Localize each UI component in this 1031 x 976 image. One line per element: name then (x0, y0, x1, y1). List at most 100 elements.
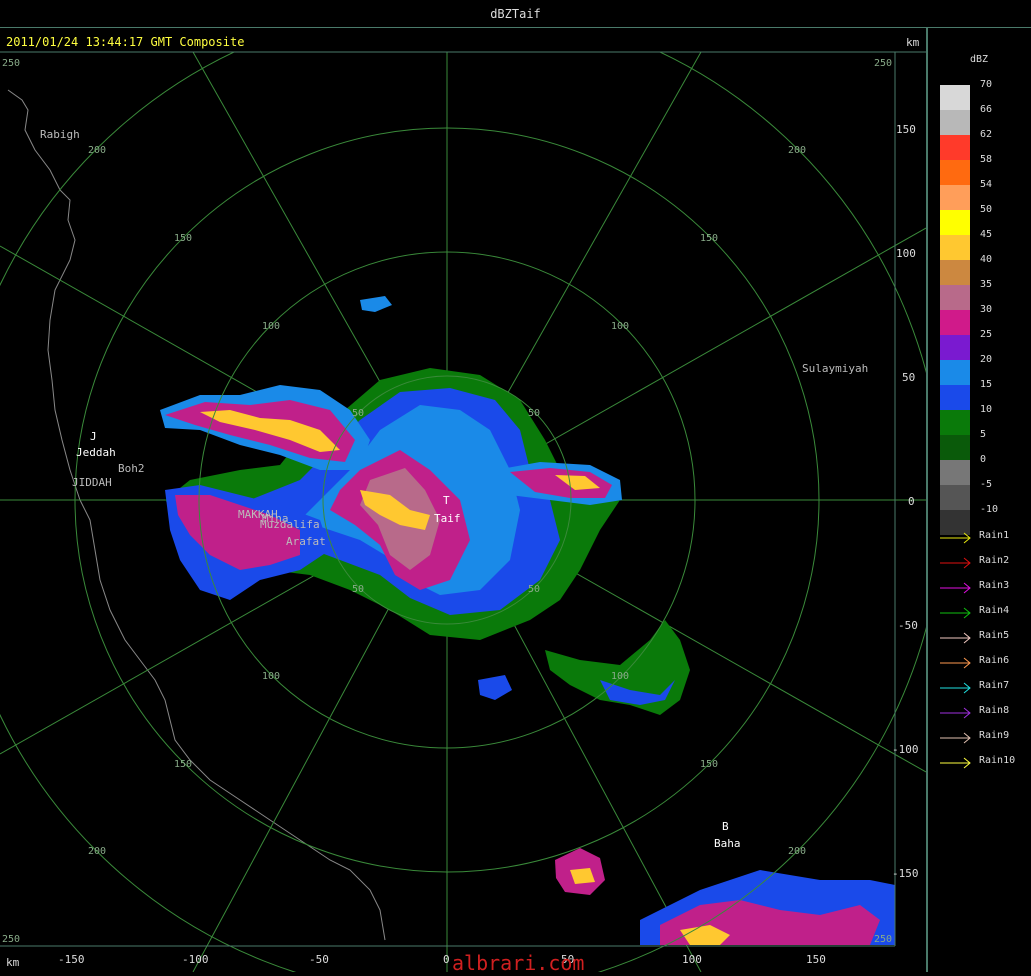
y-tick-label: 50 (902, 371, 915, 384)
legend-swatch (940, 185, 970, 210)
x-tick-label: -50 (309, 953, 329, 966)
legend-level-label: -10 (980, 504, 999, 515)
legend-unit: dBZ (970, 54, 989, 65)
ring-label: 150 (700, 759, 718, 770)
arrow-icon (940, 607, 971, 619)
place-arafat: Arafat (286, 535, 326, 548)
x-axis-labels: -150 -100 -50 0 50 100 150 km (6, 953, 826, 969)
y-tick-label: -50 (898, 619, 918, 632)
x-tick-label: 100 (682, 953, 702, 966)
legend-level-label: 20 (980, 354, 993, 365)
legend-swatch (940, 385, 970, 410)
legend-swatch (940, 335, 970, 360)
rain-legend-item: Rain10 (938, 755, 1028, 769)
place-boh2: Boh2 (118, 462, 145, 475)
arrow-icon (940, 557, 971, 569)
ring-label: 150 (174, 759, 192, 770)
ring-label: 50 (528, 408, 540, 419)
radar-frame: 50 50 50 50 100 100 100 100 150 150 150 … (0, 28, 928, 975)
ring-label: 200 (88, 145, 106, 156)
x-tick-label: -150 (58, 953, 85, 966)
place-baha: Baha (714, 837, 741, 850)
x-tick-label: 150 (806, 953, 826, 966)
rain-legend-item: Rain1 (938, 530, 1028, 544)
echo-small-south (478, 675, 512, 700)
ring-label: 200 (788, 145, 806, 156)
legend-level-label: 70 (980, 79, 993, 90)
rain-legend-label: Rain1 (979, 530, 1010, 541)
ring-label: 100 (262, 671, 280, 682)
watermark: albrari.com (452, 951, 584, 972)
arrow-icon (940, 582, 971, 594)
legend-level-label: 58 (980, 154, 993, 165)
ring-label: 150 (700, 233, 718, 244)
corner-tick: 250 (2, 58, 20, 69)
rain-legend-label: Rain6 (979, 655, 1010, 666)
place-rabigh: Rabigh (40, 128, 80, 141)
legend-level-label: 66 (980, 104, 993, 115)
legend-level-label: 15 (980, 379, 993, 390)
y-tick-label: -100 (892, 743, 919, 756)
rain-legend-item: Rain4 (938, 605, 1028, 619)
arrow-icon (940, 657, 971, 669)
ring-label: 100 (262, 321, 280, 332)
window-title: dBZTaif (490, 7, 541, 21)
ring-label: 50 (352, 584, 364, 595)
place-jeddah: Jeddah (76, 446, 116, 459)
legend-swatch (940, 235, 970, 260)
y-tick-label: 100 (896, 247, 916, 260)
rain-legend-item: Rain2 (938, 555, 1028, 569)
place-jiddah: JIDDAH (72, 476, 112, 489)
x-tick-label: 0 (443, 953, 450, 966)
legend-swatch (940, 85, 970, 110)
rain-legend-item: Rain9 (938, 730, 1028, 744)
legend-swatch (940, 310, 970, 335)
corner-tick: 250 (874, 58, 892, 69)
place-taif-marker: T (443, 494, 450, 507)
arrow-icon (940, 707, 971, 719)
legend-swatch (940, 210, 970, 235)
legend-level-label: 40 (980, 254, 993, 265)
legend-level-label: 5 (980, 429, 987, 440)
rain-legend-item: Rain3 (938, 580, 1028, 594)
legend-swatch (940, 360, 970, 385)
ring-label: 200 (788, 846, 806, 857)
arrow-icon (940, 682, 971, 694)
x-tick-label: -100 (182, 953, 209, 966)
place-muzdalifa: Muzdalifa (260, 518, 320, 531)
echo-north-blob (360, 296, 392, 312)
legend-level-label: 10 (980, 404, 993, 415)
radar-map[interactable]: 50 50 50 50 100 100 100 100 150 150 150 … (0, 28, 926, 975)
y-tick-label: 0 (908, 495, 915, 508)
window-title-bar: dBZTaif (0, 0, 1031, 28)
ring-label: 100 (611, 671, 629, 682)
rain-legend-label: Rain9 (979, 730, 1010, 741)
y-tick-label: 150 (896, 123, 916, 136)
ring-label: 200 (88, 846, 106, 857)
legend-swatch (940, 485, 970, 510)
legend-swatch (940, 260, 970, 285)
legend-swatch (940, 435, 970, 460)
rain-legend-item: Rain8 (938, 705, 1028, 719)
legend-swatch (940, 135, 970, 160)
legend-swatch (940, 160, 970, 185)
place-jeddah-marker: J (90, 430, 97, 443)
place-sulaymiyah: Sulaymiyah (802, 362, 868, 375)
ring-label: 100 (611, 321, 629, 332)
place-baha-marker: B (722, 820, 729, 833)
legend-level-label: 0 (980, 454, 987, 465)
legend-level-label: 25 (980, 329, 993, 340)
legend-swatch (940, 460, 970, 485)
arrow-icon (940, 632, 971, 644)
ring-label: 50 (528, 584, 540, 595)
corner-tick: 250 (874, 934, 892, 945)
rain-legend-label: Rain3 (979, 580, 1010, 591)
legend-level-label: 30 (980, 304, 993, 315)
arrow-icon (940, 532, 971, 544)
precipitation-echoes (160, 296, 895, 945)
rain-legend-item: Rain5 (938, 630, 1028, 644)
x-axis-unit: km (6, 956, 20, 969)
arrow-icon (940, 757, 971, 769)
rain-legend-label: Rain2 (979, 555, 1010, 566)
y-axis-unit: km (906, 36, 920, 49)
